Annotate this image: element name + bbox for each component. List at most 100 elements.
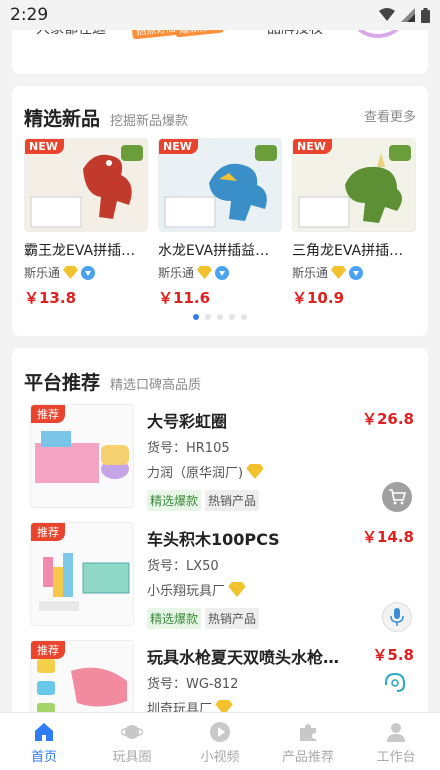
customer-service-button[interactable]	[382, 670, 408, 696]
item-shop: 小乐翔玩具厂	[147, 580, 246, 599]
diamond-blue-icon	[81, 265, 96, 280]
diamond-gold-icon	[197, 266, 213, 279]
new-tag: NEW	[159, 139, 198, 154]
item-price: ￥5.8	[372, 646, 414, 664]
tab-short-video[interactable]: 小视频	[176, 713, 264, 770]
new-products-title: 精选新品	[24, 108, 101, 130]
pagination-dot[interactable]	[229, 314, 235, 320]
new-tag: NEW	[293, 139, 332, 154]
tab-label: 玩具圈	[112, 750, 152, 765]
microphone-icon	[390, 608, 404, 626]
tag-hot-pick: 精选爆款	[147, 608, 202, 629]
tab-label: 产品推荐	[281, 750, 334, 765]
tab-toy-circle[interactable]: 玩具圈	[88, 713, 176, 770]
item-code: 货号：HR105	[147, 441, 230, 456]
tab-workbench[interactable]: 工作台	[352, 713, 440, 770]
item-image: 推荐	[30, 522, 134, 626]
new-tag: NEW	[25, 139, 64, 154]
recommend-item[interactable]: 推荐 车头积木100PCS 货号：LX50 小乐翔玩具厂 精选爆款 热销产品 ￥…	[12, 522, 428, 640]
shop-name: 力润（原华润厂)	[147, 466, 244, 481]
pagination-dot[interactable]	[241, 314, 247, 320]
person-icon	[387, 723, 405, 742]
diamond-gold-icon	[331, 266, 347, 279]
product-name: 三角龙EVA拼插益智玩具	[292, 243, 416, 259]
add-to-cart-button[interactable]	[382, 482, 412, 512]
product-image: NEW	[24, 138, 148, 232]
wifi-icon	[379, 8, 395, 21]
platform-recommend-section: 平台推荐 精选口碑高品质 推荐 大号彩虹圈 货号：HR105 力润（原华润厂) …	[12, 348, 428, 718]
tab-label: 小视频	[200, 750, 240, 765]
puzzle-icon	[300, 724, 316, 741]
recommend-tag: 推荐	[31, 641, 65, 659]
cart-icon	[389, 489, 406, 505]
recommend-tag: 推荐	[31, 523, 65, 541]
new-products-section: 精选新品 挖掘新品爆款 查看更多 NEW 霸王龙EVA拼插益智玩具 斯乐通 ￥1…	[12, 86, 428, 336]
diamond-gold-icon	[228, 582, 246, 597]
bottom-tab-bar: 首页 玩具圈 小视频 产品推荐 工作台	[0, 712, 440, 770]
tag-hot-pick: 精选爆款	[147, 490, 202, 511]
recommend-subtitle: 精选口碑高品质	[110, 378, 202, 393]
item-name: 车头积木100PCS	[147, 530, 280, 549]
product-shop: 斯乐通	[158, 264, 282, 281]
tab-home[interactable]: 首页	[0, 713, 88, 770]
product-image: NEW	[158, 138, 282, 232]
item-shop: 力润（原华润厂)	[147, 462, 264, 481]
carousel-pagination	[12, 314, 428, 320]
new-products-subtitle: 挖掘新品爆款	[110, 114, 189, 129]
home-icon	[35, 723, 53, 741]
pagination-dot[interactable]	[193, 314, 199, 320]
product-price: ￥13.8	[24, 289, 77, 307]
recommend-tag: 推荐	[31, 405, 65, 423]
item-code: 货号：LX50	[147, 559, 219, 574]
product-shop: 斯乐通	[292, 264, 416, 281]
product-price: ￥11.6	[158, 289, 211, 307]
item-code: 货号：WG-812	[147, 677, 239, 692]
recommend-item[interactable]: 推荐 大号彩虹圈 货号：HR105 力润（原华润厂) 精选爆款 热销产品 ￥26…	[12, 404, 428, 522]
planet-icon	[121, 725, 143, 739]
item-price: ￥14.8	[361, 528, 414, 546]
tab-product-recommend[interactable]: 产品推荐	[264, 713, 352, 770]
voice-assistant-button[interactable]	[382, 602, 412, 632]
recommend-title: 平台推荐	[24, 372, 101, 394]
tag-best-seller: 热销产品	[205, 490, 260, 511]
product-name: 霸王龙EVA拼插益智玩具	[24, 243, 148, 259]
shop-name: 斯乐通	[158, 266, 195, 280]
new-product-card[interactable]: NEW 霸王龙EVA拼插益智玩具 斯乐通 ￥13.8	[24, 138, 148, 308]
status-bar: 2:29	[0, 0, 440, 30]
new-product-card[interactable]: NEW 三角龙EVA拼插益智玩具 斯乐通 ￥10.9	[292, 138, 416, 308]
item-tags: 精选爆款 热销产品	[147, 490, 260, 511]
new-products-header: 精选新品 挖掘新品爆款	[24, 104, 188, 131]
product-name: 水龙EVA拼插益智玩具	[158, 243, 282, 259]
item-name: 大号彩虹圈	[147, 412, 228, 431]
item-image: 推荐	[30, 640, 134, 718]
diamond-blue-icon	[349, 265, 364, 280]
play-icon	[210, 722, 230, 742]
tab-label: 首页	[30, 750, 57, 765]
system-icons	[379, 7, 430, 23]
new-product-card[interactable]: NEW 水龙EVA拼插益智玩具 斯乐通 ￥11.6	[158, 138, 282, 308]
shop-name: 斯乐通	[292, 266, 329, 280]
item-tags: 精选爆款 热销产品	[147, 608, 260, 629]
pagination-dot[interactable]	[205, 314, 211, 320]
item-price: ￥26.8	[361, 410, 414, 428]
product-shop: 斯乐通	[24, 264, 148, 281]
diamond-gold-icon	[63, 266, 79, 279]
shop-name: 小乐翔玩具厂	[147, 584, 226, 599]
view-more-link[interactable]: 查看更多	[364, 106, 416, 125]
product-price: ￥10.9	[292, 289, 345, 307]
item-name: 玩具水枪夏天双喷头水枪玩具	[147, 648, 347, 667]
diamond-blue-icon	[215, 265, 230, 280]
item-image: 推荐	[30, 404, 134, 508]
tag-best-seller: 热销产品	[205, 608, 260, 629]
diamond-gold-icon	[246, 464, 264, 479]
shop-name: 斯乐通	[24, 266, 61, 280]
headset-icon	[385, 672, 405, 692]
pagination-dot[interactable]	[217, 314, 223, 320]
tab-label: 工作台	[376, 750, 416, 765]
product-image: NEW	[292, 138, 416, 232]
recommend-header: 平台推荐 精选口碑高品质	[24, 368, 201, 395]
status-time: 2:29	[10, 5, 49, 25]
battery-icon	[421, 7, 430, 23]
signal-icon	[401, 8, 415, 22]
recommend-item[interactable]: 推荐 玩具水枪夏天双喷头水枪玩具 货号：WG-812 圳奇玩具厂 ￥5.8	[12, 640, 428, 718]
